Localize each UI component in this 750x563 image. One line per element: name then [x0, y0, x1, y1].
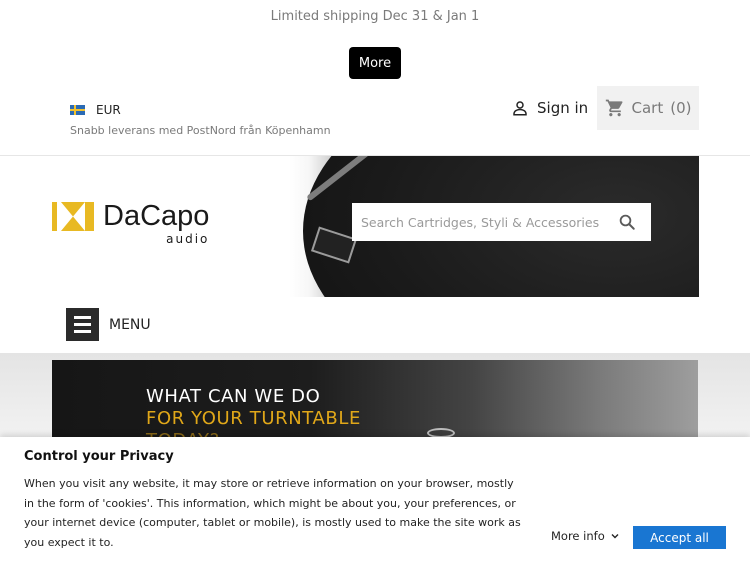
brand-logo[interactable]: DaCapo audio: [52, 202, 209, 246]
sign-in-link[interactable]: Sign in: [511, 99, 588, 117]
more-button[interactable]: More: [349, 47, 401, 79]
privacy-title: Control your Privacy: [24, 449, 174, 464]
banner-line-2: FOR YOUR TURNTABLE: [146, 408, 361, 429]
brand-subname: audio: [166, 232, 210, 246]
accept-all-button[interactable]: Accept all: [633, 526, 726, 549]
announcement-text: Limited shipping Dec 31 & Jan 1: [270, 9, 480, 24]
announcement-bar: Limited shipping Dec 31 & Jan 1: [0, 0, 750, 35]
search-icon[interactable]: [612, 207, 642, 237]
chevron-down-icon: [611, 534, 619, 539]
search-input[interactable]: [352, 204, 612, 240]
cart-button[interactable]: Cart (0): [597, 86, 699, 130]
sign-in-label: Sign in: [537, 99, 589, 117]
menu-toggle[interactable]: MENU: [66, 308, 151, 341]
search-bar: [352, 203, 651, 241]
privacy-body: When you visit any website, it may store…: [24, 477, 521, 549]
cart-label: Cart: [631, 99, 664, 117]
shopping-cart-icon: [605, 99, 623, 117]
promo-banner[interactable]: WHAT CAN WE DO FOR YOUR TURNTABLE TODAY?: [52, 360, 698, 440]
sweden-flag-icon: [70, 105, 85, 115]
currency-label: EUR: [96, 103, 121, 117]
cart-count: (0): [670, 99, 692, 117]
privacy-banner: Control your Privacy When you visit any …: [0, 437, 750, 563]
delivery-note: Snabb leverans med PostNord från Köpenha…: [70, 124, 331, 137]
user-icon: [513, 101, 527, 116]
brand-name: DaCapo: [103, 200, 210, 232]
banner-line-1: WHAT CAN WE DO: [146, 386, 321, 407]
dacapo-logo-icon: [52, 202, 94, 231]
more-info-label: More info: [551, 529, 605, 543]
menu-label: MENU: [109, 316, 151, 333]
more-info-link[interactable]: More info: [551, 529, 620, 543]
currency-selector[interactable]: EUR: [70, 103, 121, 117]
hamburger-icon: [66, 308, 99, 341]
